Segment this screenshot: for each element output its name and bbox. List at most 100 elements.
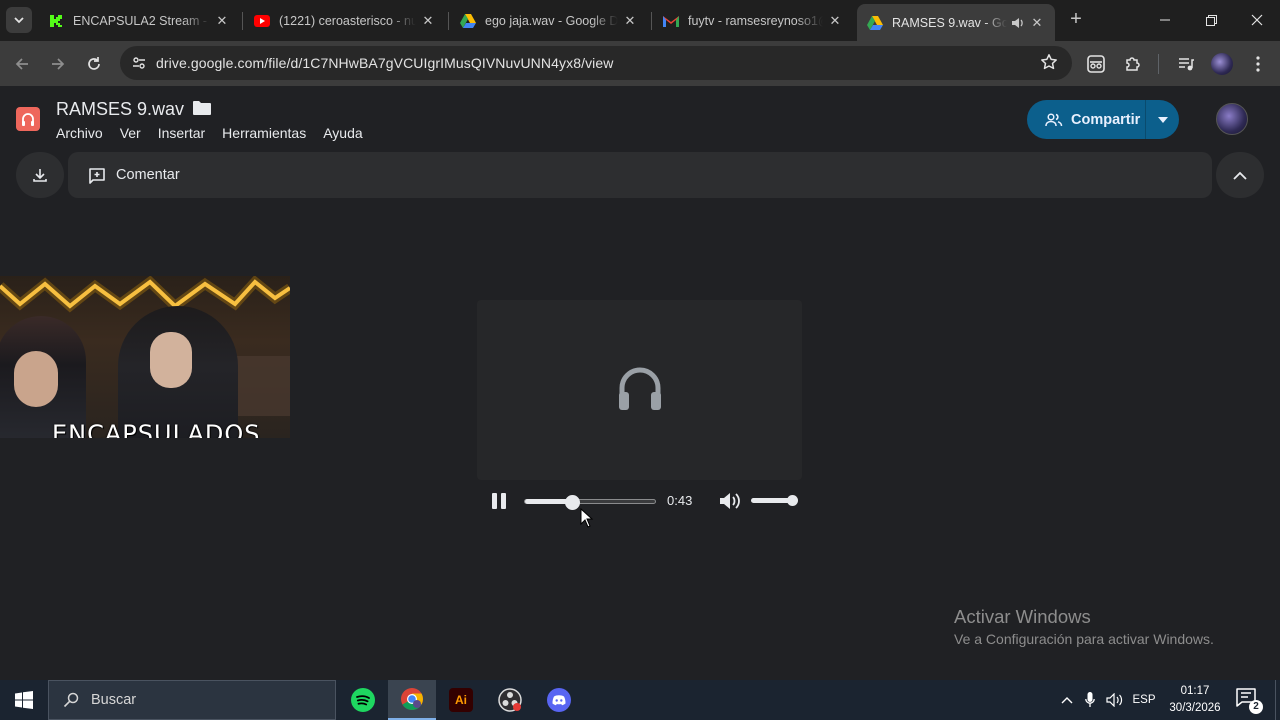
address-bar[interactable]: drive.google.com/file/d/1C7NHwBA7gVCUIgr… <box>120 46 1072 80</box>
webcam-overlay: ENCAPSULADOS <box>0 276 290 438</box>
search-icon <box>63 692 79 708</box>
kebab-menu-icon[interactable] <box>1245 51 1271 77</box>
discord-icon[interactable] <box>535 680 583 720</box>
tab-separator <box>448 12 449 30</box>
chrome-icon[interactable] <box>388 680 436 720</box>
kick-icon <box>48 13 64 29</box>
show-desktop-button[interactable] <box>1275 680 1280 720</box>
headphones-icon <box>619 367 661 410</box>
account-avatar[interactable] <box>1216 103 1248 135</box>
minimize-button[interactable] <box>1142 0 1188 40</box>
volume-slider[interactable] <box>751 495 798 506</box>
comment-bar[interactable]: Comentar <box>68 152 1212 198</box>
tab-title: ENCAPSULA2 Stream - W <box>73 13 210 28</box>
share-button[interactable]: Compartir <box>1027 100 1145 139</box>
back-button[interactable] <box>8 50 36 78</box>
collapse-button[interactable] <box>1216 152 1264 198</box>
site-info-icon[interactable] <box>122 55 156 71</box>
media-control-icon[interactable] <box>1173 51 1199 77</box>
microphone-icon[interactable] <box>1080 680 1100 720</box>
illustrator-icon[interactable]: Ai <box>437 680 485 720</box>
close-icon[interactable]: ✕ <box>622 13 638 29</box>
tab-separator <box>651 12 652 30</box>
windows-logo-icon <box>15 691 33 709</box>
share-options-button[interactable] <box>1146 116 1179 123</box>
new-tab-button[interactable]: + <box>1064 8 1088 32</box>
tab-ramses9[interactable]: RAMSES 9.wav - Goo ✕ <box>857 4 1055 41</box>
folder-icon[interactable] <box>193 99 212 120</box>
share-button-group: Compartir <box>1027 100 1179 139</box>
profile-avatar[interactable] <box>1209 51 1235 77</box>
search-placeholder: Buscar <box>91 692 137 708</box>
drive-icon <box>867 15 883 31</box>
volume-icon[interactable] <box>719 492 743 510</box>
seek-handle[interactable] <box>564 495 580 510</box>
volume-handle[interactable] <box>787 495 798 506</box>
comment-label: Comentar <box>116 167 180 183</box>
reload-button[interactable] <box>80 50 108 78</box>
tab-ego-jaja[interactable]: ego jaja.wav - Google Dr ✕ <box>450 5 648 36</box>
incognito-extension-icon[interactable] <box>1083 51 1109 77</box>
tab-title: ego jaja.wav - Google Dr <box>485 13 618 28</box>
file-title: RAMSES 9.wav <box>56 99 212 120</box>
clock-date: 30/3/2026 <box>1169 702 1221 714</box>
taskbar-search[interactable]: Buscar <box>48 680 336 720</box>
gmail-icon <box>663 13 679 29</box>
arrow-left-icon <box>15 58 28 70</box>
extensions-puzzle-icon[interactable] <box>1120 51 1146 77</box>
tab-encapsula2[interactable]: ENCAPSULA2 Stream - W ✕ <box>38 5 240 36</box>
close-icon[interactable]: ✕ <box>214 13 230 29</box>
speaker-tray-icon[interactable] <box>1104 680 1126 720</box>
drive-header: RAMSES 9.wav Archivo Ver Insertar Herram… <box>0 86 1280 152</box>
chevron-up-icon <box>1233 171 1247 180</box>
close-icon[interactable]: ✕ <box>827 13 843 29</box>
system-clock[interactable]: 01:17 30/3/2026 <box>1160 683 1230 717</box>
start-button[interactable] <box>0 680 48 720</box>
pause-icon[interactable] <box>489 492 509 510</box>
audio-controls: 0:43 <box>477 484 802 518</box>
notification-count: 2 <box>1249 700 1263 714</box>
clock-time: 01:17 <box>1180 685 1210 697</box>
tab-search-button[interactable] <box>6 7 32 33</box>
elapsed-time: 0:43 <box>667 493 693 508</box>
audio-preview <box>477 300 802 480</box>
download-button[interactable] <box>16 152 64 198</box>
menu-insertar[interactable]: Insertar <box>158 125 205 141</box>
url-text: drive.google.com/file/d/1C7NHwBA7gVCUIgr… <box>156 55 614 71</box>
close-icon[interactable]: ✕ <box>1029 15 1045 31</box>
tab-title: fuytv - ramsesreynoso1@ <box>688 13 823 28</box>
restore-button[interactable] <box>1188 0 1234 40</box>
streamer-left-face <box>14 351 58 407</box>
mouse-cursor-icon <box>580 508 594 528</box>
notification-center-icon[interactable]: 2 <box>1236 688 1263 714</box>
add-comment-icon <box>89 167 105 184</box>
menu-herramientas[interactable]: Herramientas <box>222 125 306 141</box>
language-indicator[interactable]: ESP <box>1130 680 1158 720</box>
activate-windows-watermark: Activar Windows Ve a Configuración para … <box>954 606 1214 647</box>
menu-ver[interactable]: Ver <box>120 125 141 141</box>
drive-icon <box>460 13 476 29</box>
menu-bar: Archivo Ver Insertar Herramientas Ayuda <box>56 125 363 141</box>
close-window-button[interactable] <box>1234 0 1280 40</box>
browser-toolbar: drive.google.com/file/d/1C7NHwBA7gVCUIgr… <box>0 41 1280 86</box>
obs-icon[interactable] <box>486 680 534 720</box>
spotify-icon[interactable] <box>339 680 387 720</box>
forward-button[interactable] <box>44 50 72 78</box>
tab-youtube[interactable]: (1221) ceroasterisco - nu ✕ <box>244 5 446 36</box>
download-icon <box>33 169 47 182</box>
bookmark-star-icon[interactable] <box>1040 53 1058 76</box>
speaker-icon[interactable] <box>1011 16 1025 30</box>
tab-separator <box>242 12 243 30</box>
share-label: Compartir <box>1071 111 1141 128</box>
menu-archivo[interactable]: Archivo <box>56 125 103 141</box>
youtube-icon <box>254 13 270 29</box>
tab-title: (1221) ceroasterisco - nu <box>279 13 416 28</box>
tray-chevron-up-icon[interactable] <box>1056 680 1078 720</box>
reload-icon <box>88 57 100 70</box>
caret-down-icon <box>1157 116 1168 123</box>
tab-gmail[interactable]: fuytv - ramsesreynoso1@ ✕ <box>653 5 853 36</box>
menu-ayuda[interactable]: Ayuda <box>323 125 362 141</box>
watermark-title: Activar Windows <box>954 606 1091 627</box>
seek-slider[interactable] <box>524 495 656 510</box>
close-icon[interactable]: ✕ <box>420 13 436 29</box>
